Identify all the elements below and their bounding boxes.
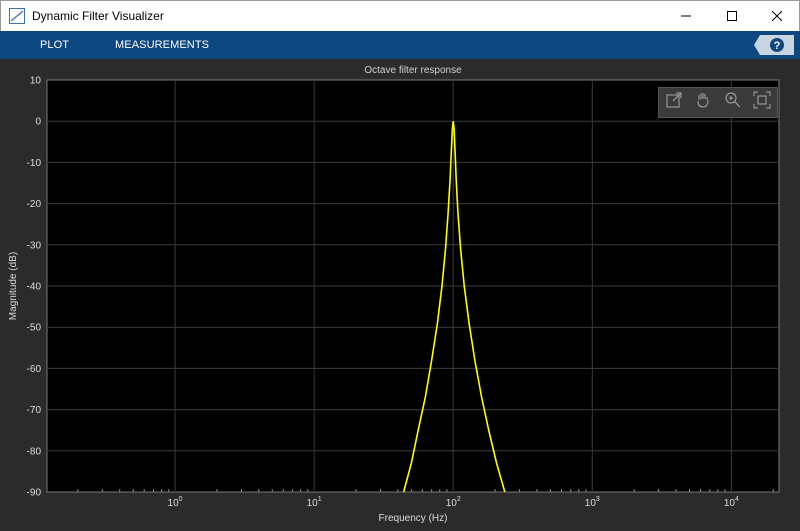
y-tick-label: -80 — [27, 446, 42, 457]
filter-response-plot[interactable]: 100-10-20-30-40-50-60-70-80-90100 101 102 1… — [0, 0, 800, 531]
data-cursor-button[interactable] — [661, 90, 687, 116]
x-axis-label: Frequency (Hz) — [379, 513, 448, 524]
y-tick-label: -40 — [27, 282, 42, 293]
y-tick-label: -70 — [27, 405, 42, 416]
pan-button[interactable] — [690, 90, 716, 116]
y-tick-label: 0 — [35, 117, 41, 128]
zoom-button[interactable] — [720, 90, 746, 116]
x-tick-label: 101 — [307, 496, 322, 509]
data-cursor-icon — [664, 90, 684, 115]
plot-toolbar — [658, 87, 778, 118]
y-tick-label: -50 — [27, 323, 42, 334]
y-tick-label: -30 — [27, 240, 42, 251]
y-axis-label: Magnitude (dB) — [8, 252, 19, 320]
x-tick-label: 102 — [446, 496, 461, 509]
zoom-in-icon — [723, 90, 743, 115]
y-tick-label: 10 — [30, 76, 42, 87]
y-tick-label: -60 — [27, 364, 42, 375]
y-tick-label: -10 — [27, 158, 42, 169]
zoom-fit-icon — [752, 90, 772, 115]
pan-hand-icon — [693, 90, 713, 115]
zoom-fit-button[interactable] — [749, 90, 775, 116]
x-tick-label: 104 — [724, 496, 739, 509]
x-tick-label: 103 — [585, 496, 600, 509]
y-tick-label: -90 — [27, 488, 42, 499]
y-tick-label: -20 — [27, 199, 42, 210]
x-tick-label: 100 — [168, 496, 183, 509]
